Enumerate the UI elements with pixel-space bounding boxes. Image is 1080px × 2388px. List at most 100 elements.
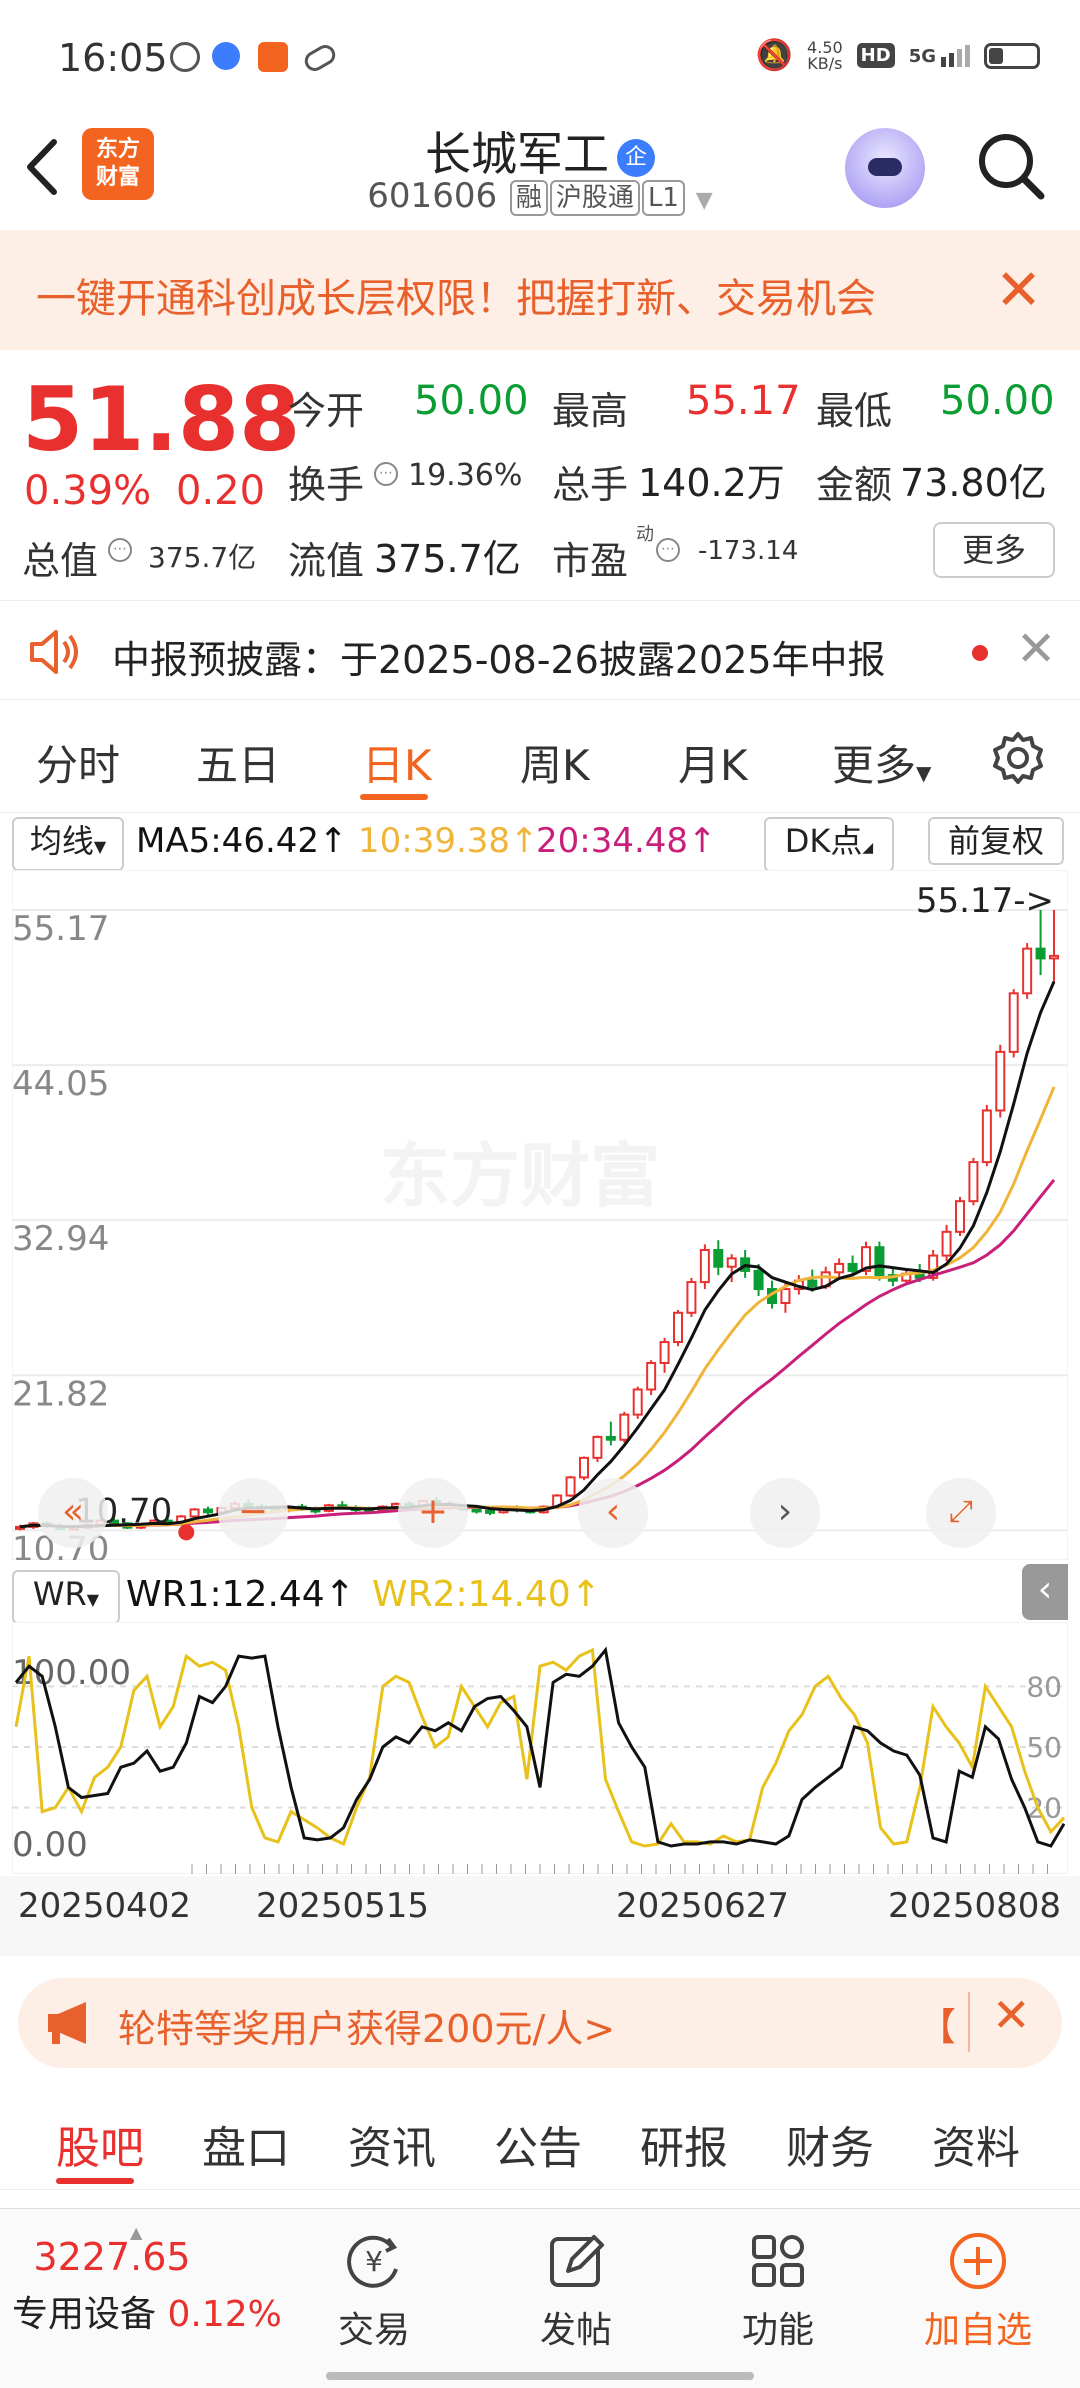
hd-icon: HD	[856, 43, 895, 68]
promo-close-button[interactable]: ✕	[992, 1988, 1031, 2042]
wr-right-tick: 80	[1026, 1670, 1062, 1703]
candle-body	[753, 1269, 764, 1291]
candle-body	[203, 1508, 213, 1514]
add-circle-icon	[950, 2233, 1006, 2289]
wr-legend-row: WR▼ WR1:12.44↑ WR2:14.40↑ ‹	[0, 1562, 1080, 1624]
candle-body	[955, 1200, 965, 1233]
candle-body	[968, 1161, 979, 1203]
collapse-panel-button[interactable]: ‹	[1022, 1564, 1068, 1620]
wr-chart[interactable]: 805020100.000.00	[12, 1622, 1068, 1874]
date-label: 20250808	[888, 1886, 1062, 1926]
tab-more-label: 更多	[832, 741, 917, 790]
float-value: 375.7亿	[374, 537, 521, 581]
tab-profile[interactable]: 资料	[932, 2112, 1020, 2176]
tab-five-day[interactable]: 五日	[196, 732, 280, 793]
candle-body	[686, 1281, 697, 1314]
adjust-button[interactable]: 前复权	[928, 817, 1064, 865]
grid-icon	[752, 2235, 804, 2287]
wr2-label: WR2:14.40↑	[372, 1574, 601, 1615]
candle-body	[605, 1435, 616, 1441]
notice-bar[interactable]: 中报预披露：于2025-08-26披露2025年中报 ✕	[0, 600, 1080, 700]
tab-news[interactable]: 资讯	[348, 2112, 436, 2176]
stock-header: 东方 财富 长城军工企 601606 融沪股通 L1 ▼	[0, 110, 1080, 230]
promo-banner[interactable]: 一键开通科创成长层权限！把握打新、交易机会 ✕	[0, 230, 1080, 350]
dropdown-icon: ▼	[695, 188, 713, 213]
functions-button[interactable]: 功能	[718, 2229, 838, 2353]
tab-announcements[interactable]: 公告	[494, 2112, 582, 2176]
tab-more[interactable]: 更多▼	[832, 732, 931, 793]
active-tab-indicator	[56, 2178, 134, 2184]
candle-body	[579, 1456, 589, 1479]
notice-close-button[interactable]: ✕	[1016, 621, 1056, 677]
pe-superscript: 动	[636, 524, 654, 545]
search-button[interactable]	[975, 130, 1047, 202]
volume-label: 总手	[552, 463, 629, 507]
ai-assistant-icon[interactable]	[845, 128, 925, 208]
sub-indicator-selector[interactable]: WR▼	[12, 1570, 120, 1624]
tab-weekly-k[interactable]: 周K	[520, 732, 590, 793]
volume-value: 140.2万	[638, 461, 785, 505]
tab-finance[interactable]: 财务	[786, 2112, 874, 2176]
promo-pill[interactable]: 轮特等奖用户获得200元/人> 【 ✕	[18, 1978, 1062, 2068]
zoom-in-button[interactable]: +	[398, 1478, 468, 1548]
info-icon[interactable]: ⋯	[108, 538, 132, 562]
candle-body	[565, 1476, 576, 1497]
scroll-right-button[interactable]: ›	[750, 1478, 820, 1548]
tab-monthly-k[interactable]: 月K	[678, 732, 748, 793]
tab-guba[interactable]: 股吧	[56, 2112, 144, 2176]
quote-panel: 51.88 0.39% 0.20 今开 50.00 最高 55.17 最低 50…	[0, 350, 1080, 595]
last-price: 51.88	[22, 368, 301, 471]
candle-body	[981, 1109, 992, 1164]
app-grid-icon	[258, 42, 288, 72]
add-watchlist-button[interactable]: 加自选	[918, 2229, 1038, 2353]
settings-gear-icon[interactable]	[990, 730, 1046, 786]
candle-body	[1022, 947, 1033, 995]
net-speed: 4.50 KB/s	[807, 37, 843, 73]
high-label: 最高	[552, 389, 629, 433]
candle-body	[834, 1262, 845, 1274]
tab-daily-k[interactable]: 日K	[362, 732, 432, 793]
info-icon[interactable]: ⋯	[656, 538, 680, 562]
promo-text: 轮特等奖用户获得200元/人>	[118, 2007, 616, 2051]
post-button[interactable]: 发帖	[516, 2229, 636, 2353]
candle-body	[713, 1248, 724, 1268]
banner-close-button[interactable]: ✕	[995, 258, 1042, 323]
megaphone-icon	[48, 2002, 86, 2044]
stock-name: 长城军工	[425, 127, 609, 181]
dk-label: DK点	[784, 822, 863, 860]
candle-body	[780, 1288, 791, 1304]
fullscreen-button[interactable]: ⤢	[926, 1478, 996, 1548]
pe-value: -173.14	[698, 536, 799, 566]
trade-label: 交易	[337, 2310, 410, 2351]
scroll-left-fast-button[interactable]: «	[38, 1478, 108, 1548]
network-type: 5G	[908, 45, 936, 67]
candle-body	[673, 1311, 683, 1344]
indicator-selector[interactable]: 均线▼	[12, 817, 124, 871]
tab-intraday[interactable]: 分时	[36, 732, 120, 793]
corp-badge: 企	[617, 138, 655, 177]
info-icon[interactable]: ⋯	[374, 462, 398, 486]
dropdown-icon: ▼	[916, 761, 932, 785]
tab-research[interactable]: 研报	[640, 2112, 728, 2176]
ma-legend-row: 均线▼ MA5:46.42↑ 10:39.38↑ 20:34.48↑ DK点◢ …	[0, 812, 1080, 872]
index-pct: 0.12%	[167, 2294, 282, 2335]
turnover-label: 换手	[288, 463, 365, 507]
kline-chart[interactable]: 55.1744.0532.9421.8210.70东方财富55.17->10.7…	[12, 870, 1068, 1560]
candle-body	[726, 1257, 737, 1268]
candle-body	[995, 1050, 1006, 1112]
low-label: 最低	[816, 389, 893, 433]
trade-button[interactable]: ¥ 交易	[314, 2229, 434, 2353]
change-amount: 0.20	[176, 468, 266, 514]
zoom-out-button[interactable]: −	[218, 1478, 288, 1548]
candle-body	[874, 1246, 885, 1277]
scroll-left-button[interactable]: ‹	[578, 1478, 648, 1548]
app-notification-icon	[170, 42, 200, 72]
min-price-marker	[178, 1524, 195, 1541]
candle-body	[619, 1413, 630, 1441]
dk-point-button[interactable]: DK点◢	[764, 817, 894, 872]
mktcap-value: 375.7亿	[148, 541, 257, 574]
more-quote-button[interactable]: 更多	[933, 522, 1055, 578]
tab-order-book[interactable]: 盘口	[202, 2112, 290, 2176]
connect-tag: 沪股通	[549, 179, 640, 216]
sector-index[interactable]: ▲ 3227.65 专用设备 0.12%	[12, 2223, 282, 2337]
